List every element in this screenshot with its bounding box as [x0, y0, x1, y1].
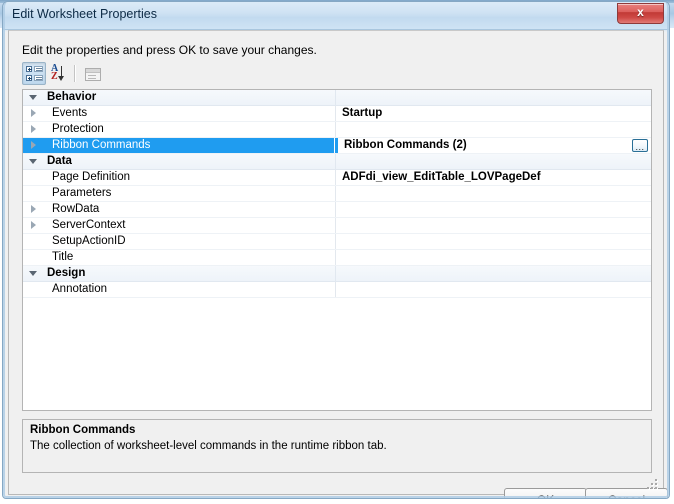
property-grid-row[interactable]: Protection: [23, 122, 651, 138]
property-grid-toolbar: AZ: [22, 62, 652, 86]
property-grid-row[interactable]: Title: [23, 250, 651, 266]
dialog-title: Edit Worksheet Properties: [12, 7, 157, 21]
property-value-cell[interactable]: [335, 250, 651, 265]
chevron-right-icon[interactable]: [29, 109, 38, 118]
property-value-cell[interactable]: [335, 282, 651, 297]
property-label: SetupActionID: [52, 235, 126, 247]
description-title: Ribbon Commands: [30, 424, 136, 436]
property-value-cell[interactable]: [335, 202, 651, 217]
chevron-down-icon[interactable]: [29, 157, 38, 166]
chevron-down-icon[interactable]: [29, 93, 38, 102]
alphabetical-sort-button[interactable]: AZ: [47, 62, 71, 85]
property-pages-icon: [85, 68, 101, 81]
property-name-cell[interactable]: Design: [23, 266, 334, 281]
chevron-down-icon[interactable]: [29, 269, 38, 278]
property-label: Annotation: [52, 283, 107, 295]
resize-grip[interactable]: [647, 479, 659, 491]
property-grid-row[interactable]: RowData: [23, 202, 651, 218]
close-icon: x: [637, 5, 644, 19]
description-pane: Ribbon Commands The collection of worksh…: [22, 419, 652, 473]
category-label: Design: [47, 267, 86, 279]
categorized-icon: [26, 66, 43, 82]
property-grid-category-row[interactable]: Behavior: [23, 90, 651, 106]
property-name-cell[interactable]: RowData: [23, 202, 334, 217]
property-value-cell[interactable]: [335, 154, 651, 169]
property-name-cell[interactable]: Annotation: [23, 282, 334, 297]
property-grid[interactable]: Behavior Events Startup Protection Ribbon Co…: [22, 89, 652, 411]
property-label: RowData: [52, 203, 100, 215]
categorized-view-button[interactable]: [22, 62, 46, 85]
property-label: Events: [52, 107, 88, 119]
toolbar-separator: [74, 65, 76, 82]
property-grid-row[interactable]: Annotation: [23, 282, 651, 298]
property-pages-button[interactable]: [80, 62, 104, 85]
property-grid-row[interactable]: ServerContext: [23, 218, 651, 234]
category-label: Data: [47, 155, 72, 167]
property-name-cell[interactable]: Page Definition: [23, 170, 334, 185]
property-value-cell[interactable]: Ribbon Commands (2)...: [335, 138, 651, 153]
chevron-right-icon[interactable]: [29, 221, 38, 230]
property-value: Startup: [342, 107, 383, 119]
property-name-cell[interactable]: Ribbon Commands: [23, 138, 334, 153]
property-name-cell[interactable]: Parameters: [23, 186, 334, 201]
property-grid-category-row[interactable]: Design: [23, 266, 651, 282]
dialog-title-bar[interactable]: Edit Worksheet Properties x: [3, 2, 669, 30]
property-value-cell[interactable]: [335, 266, 651, 281]
category-label: Behavior: [47, 91, 97, 103]
property-grid-row[interactable]: Ribbon Commands Ribbon Commands (2)...: [23, 138, 651, 154]
property-name-cell[interactable]: SetupActionID: [23, 234, 334, 249]
property-grid-row[interactable]: Events Startup: [23, 106, 651, 122]
close-button[interactable]: x: [617, 3, 664, 24]
dialog-client-area: Edit the properties and press OK to save…: [8, 30, 668, 498]
ok-button[interactable]: OK: [504, 488, 587, 498]
ellipsis-icon: ...: [635, 142, 645, 152]
property-name-cell[interactable]: Events: [23, 106, 334, 121]
chevron-right-icon[interactable]: [29, 125, 38, 134]
property-value: ADFdi_view_EditTable_LOVPageDef: [342, 171, 541, 183]
property-label: Protection: [52, 123, 104, 135]
property-grid-rows: Behavior Events Startup Protection Ribbon Co…: [23, 90, 651, 298]
property-value-cell[interactable]: [335, 90, 651, 105]
property-grid-row[interactable]: Page Definition ADFdi_view_EditTable_LOVP…: [23, 170, 651, 186]
property-grid-row[interactable]: SetupActionID: [23, 234, 651, 250]
property-name-cell[interactable]: Behavior: [23, 90, 334, 105]
property-value-cell[interactable]: [335, 122, 651, 137]
property-value: Ribbon Commands (2): [344, 139, 467, 151]
instruction-text: Edit the properties and press OK to save…: [22, 43, 317, 57]
property-value-cell[interactable]: Startup: [335, 106, 651, 121]
property-name-cell[interactable]: Title: [23, 250, 334, 265]
description-text: The collection of worksheet-level comman…: [30, 440, 387, 452]
sort-az-icon: AZ: [51, 64, 69, 83]
property-value-cell[interactable]: [335, 234, 651, 249]
property-grid-row[interactable]: Parameters: [23, 186, 651, 202]
property-value-cell[interactable]: ADFdi_view_EditTable_LOVPageDef: [335, 170, 651, 185]
property-label: Parameters: [52, 187, 112, 199]
property-label: Title: [52, 251, 74, 263]
chevron-right-icon[interactable]: [29, 141, 38, 150]
chevron-right-icon[interactable]: [29, 205, 38, 214]
property-name-cell[interactable]: Protection: [23, 122, 334, 137]
property-label: ServerContext: [52, 219, 126, 231]
property-value-cell[interactable]: [335, 186, 651, 201]
property-name-cell[interactable]: ServerContext: [23, 218, 334, 233]
property-name-cell[interactable]: Data: [23, 154, 334, 169]
property-label: Ribbon Commands: [52, 139, 151, 151]
value-browse-ellipsis-button[interactable]: ...: [632, 139, 648, 152]
property-label: Page Definition: [52, 171, 130, 183]
edit-worksheet-properties-dialog: Edit Worksheet Properties x Edit the pro…: [2, 1, 670, 499]
property-value-cell[interactable]: [335, 218, 651, 233]
property-grid-category-row[interactable]: Data: [23, 154, 651, 170]
